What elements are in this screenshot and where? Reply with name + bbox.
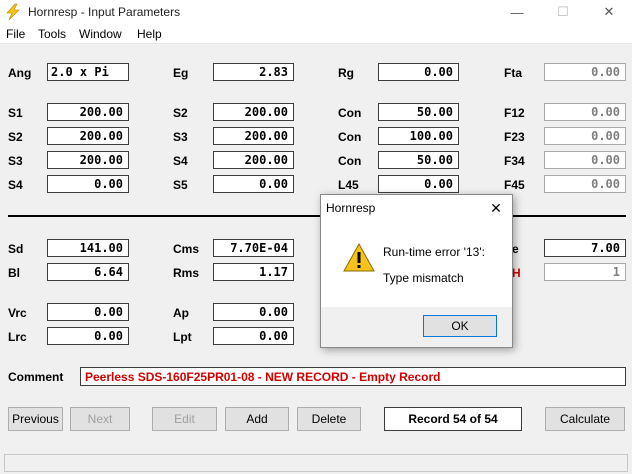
label-f23: F23 — [504, 130, 525, 144]
field-s3b[interactable]: 200.00 — [213, 127, 294, 145]
field-sd[interactable]: 141.00 — [47, 239, 129, 257]
field-fta[interactable]: 0.00 — [544, 63, 626, 81]
close-button[interactable]: ✕ — [586, 0, 632, 24]
field-vrc[interactable]: 0.00 — [47, 303, 129, 321]
dialog-detail: Type mismatch — [383, 271, 464, 285]
label-lrc: Lrc — [8, 330, 27, 344]
label-l45: L45 — [338, 178, 359, 192]
title-bar: Hornresp - Input Parameters — ☐ ✕ — [0, 0, 632, 24]
minimize-button[interactable]: — — [494, 0, 540, 24]
label-s3b: S3 — [173, 130, 188, 144]
field-bl[interactable]: 6.64 — [47, 263, 129, 281]
label-con1: Con — [338, 106, 362, 120]
field-lpt[interactable]: 0.00 — [213, 327, 294, 345]
window-title: Hornresp - Input Parameters — [28, 5, 181, 19]
field-f12[interactable]: 0.00 — [544, 103, 626, 121]
record-indicator: Record 54 of 54 — [384, 407, 522, 431]
label-sd: Sd — [8, 242, 24, 256]
edit-button[interactable]: Edit — [152, 407, 217, 431]
field-cms[interactable]: 7.70E-04 — [213, 239, 294, 257]
field-eg[interactable]: 2.83 — [213, 63, 294, 81]
comment-field[interactable]: Peerless SDS-160F25PR01-08 - NEW RECORD … — [80, 367, 626, 386]
label-ap: Ap — [173, 306, 189, 320]
label-s5: S5 — [173, 178, 188, 192]
field-s4[interactable]: 0.00 — [47, 175, 129, 193]
label-s4: S4 — [8, 178, 23, 192]
label-con2: Con — [338, 130, 362, 144]
field-con1[interactable]: 50.00 — [378, 103, 459, 121]
next-button[interactable]: Next — [70, 407, 130, 431]
label-eg: Eg — [173, 66, 189, 80]
label-rg: Rg — [338, 66, 354, 80]
dialog-body: Run-time error '13': Type mismatch — [321, 221, 512, 307]
field-rg[interactable]: 0.00 — [378, 63, 459, 81]
label-lpt: Lpt — [173, 330, 192, 344]
field-s2[interactable]: 200.00 — [47, 127, 129, 145]
maximize-button[interactable]: ☐ — [540, 0, 586, 24]
label-s2: S2 — [8, 130, 23, 144]
menu-window[interactable]: Window — [79, 27, 122, 41]
field-s3[interactable]: 200.00 — [47, 151, 129, 169]
label-s2b: S2 — [173, 106, 188, 120]
lightning-bolt-icon — [6, 3, 20, 21]
label-s4b: S4 — [173, 154, 188, 168]
label-f12: F12 — [504, 106, 525, 120]
label-f34: F34 — [504, 154, 525, 168]
field-s5[interactable]: 0.00 — [213, 175, 294, 193]
field-ang[interactable]: 2.0 x Pi — [47, 63, 129, 81]
field-f23[interactable]: 0.00 — [544, 127, 626, 145]
label-bl: Bl — [8, 266, 20, 280]
calculate-button[interactable]: Calculate — [545, 407, 625, 431]
dialog-ok-button[interactable]: OK — [423, 315, 497, 337]
label-fta: Fta — [504, 66, 522, 80]
dialog-close-button[interactable]: ✕ — [486, 198, 506, 218]
label-con3: Con — [338, 154, 362, 168]
label-cms: Cms — [173, 242, 200, 256]
label-rms: Rms — [173, 266, 200, 280]
field-f34[interactable]: 0.00 — [544, 151, 626, 169]
label-vrc: Vrc — [8, 306, 27, 320]
dialog-title: Hornresp — [326, 201, 376, 215]
label-re: e — [512, 242, 519, 256]
label-s3: S3 — [8, 154, 23, 168]
menu-help[interactable]: Help — [137, 27, 162, 41]
warning-icon — [343, 243, 375, 272]
field-n[interactable]: 1 — [544, 263, 626, 281]
field-ap[interactable]: 0.00 — [213, 303, 294, 321]
add-button[interactable]: Add — [225, 407, 289, 431]
field-f45[interactable]: 0.00 — [544, 175, 626, 193]
field-lrc[interactable]: 0.00 — [47, 327, 129, 345]
field-s1[interactable]: 200.00 — [47, 103, 129, 121]
delete-button[interactable]: Delete — [297, 407, 361, 431]
dialog-message: Run-time error '13': — [383, 245, 485, 259]
field-rms[interactable]: 1.17 — [213, 263, 294, 281]
menu-bar: File Tools Window Help — [0, 24, 632, 44]
status-bar — [4, 454, 628, 472]
field-s4b[interactable]: 200.00 — [213, 151, 294, 169]
menu-file[interactable]: File — [6, 27, 25, 41]
field-s2b[interactable]: 200.00 — [213, 103, 294, 121]
field-con3[interactable]: 50.00 — [378, 151, 459, 169]
label-n: H — [512, 266, 521, 280]
section-divider — [8, 215, 626, 217]
previous-button[interactable]: Previous — [8, 407, 63, 431]
menu-tools[interactable]: Tools — [38, 27, 66, 41]
label-s1: S1 — [8, 106, 23, 120]
label-ang: Ang — [8, 66, 32, 80]
field-re[interactable]: 7.00 — [544, 239, 626, 257]
error-dialog: Hornresp ✕ Run-time error '13': Type mis… — [320, 194, 513, 348]
field-con2[interactable]: 100.00 — [378, 127, 459, 145]
label-comment: Comment — [8, 370, 64, 384]
label-f45: F45 — [504, 178, 525, 192]
dialog-title-bar: Hornresp ✕ — [321, 195, 512, 221]
field-l45[interactable]: 0.00 — [378, 175, 459, 193]
